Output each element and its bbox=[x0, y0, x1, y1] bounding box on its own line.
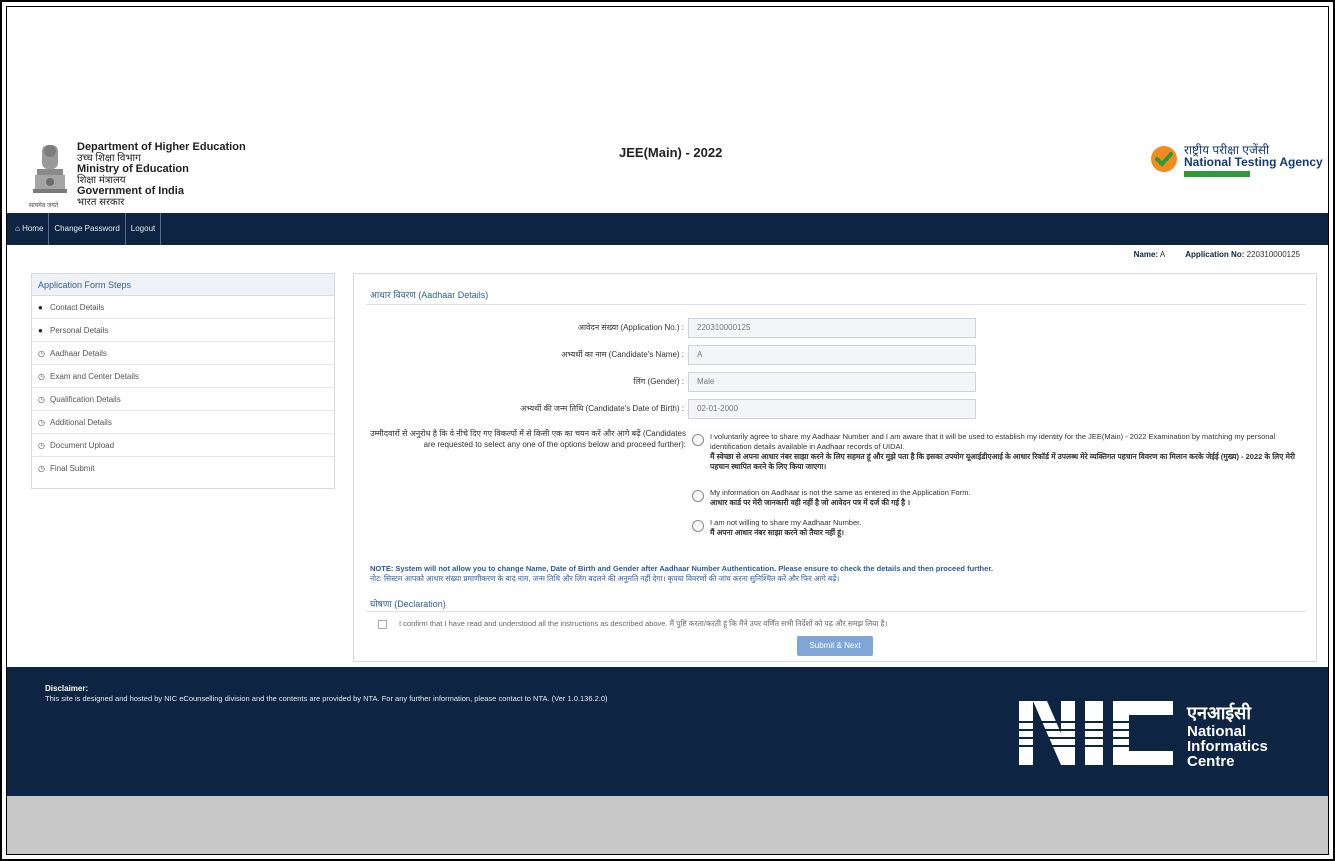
home-icon: ⌂ bbox=[15, 224, 23, 233]
nav-home[interactable]: ⌂ Home bbox=[7, 213, 50, 245]
authentication-note: NOTE: System will not allow you to chang… bbox=[370, 564, 1300, 584]
note-en: NOTE: System will not allow you to chang… bbox=[370, 564, 993, 573]
section-divider bbox=[366, 304, 1306, 305]
date-of-birth-input[interactable]: 02-01-2000 bbox=[688, 399, 976, 419]
option-text-en: My information on Aadhaar is not the sam… bbox=[710, 488, 971, 497]
step-label: Exam and Center Details bbox=[50, 371, 139, 381]
sidebar-item-exam-center-details[interactable]: ◷ Exam and Center Details bbox=[32, 365, 334, 388]
radio-agree[interactable] bbox=[692, 434, 704, 446]
sidebar-item-qualification-details[interactable]: ◷ Qualification Details bbox=[32, 388, 334, 411]
gender-input[interactable]: Male bbox=[688, 372, 976, 392]
radio-mismatch[interactable] bbox=[692, 490, 704, 502]
application-no-value: 220310000125 bbox=[1246, 250, 1300, 259]
aadhaar-details-panel: आधार विवरण (Aadhaar Details) आवेदन संख्य… bbox=[353, 273, 1317, 662]
dept-line: Department of Higher Education bbox=[77, 141, 246, 153]
clock-icon: ◷ bbox=[38, 348, 45, 358]
step-label: Additional Details bbox=[50, 417, 112, 427]
nav-home-label: Home bbox=[22, 224, 44, 233]
nic-line: Informatics bbox=[1187, 738, 1268, 755]
dept-line: भारत सरकार bbox=[77, 197, 125, 208]
checkmark-icon bbox=[1151, 146, 1177, 172]
sidebar-item-aadhaar-details[interactable]: ◷ Aadhaar Details bbox=[32, 342, 334, 365]
national-emblem-icon bbox=[33, 145, 67, 193]
nta-tagline-bar bbox=[1184, 171, 1250, 177]
sidebar-item-final-submit[interactable]: ◷ Final Submit bbox=[32, 457, 334, 480]
nic-english-name: National Informatics Centre bbox=[1187, 724, 1268, 769]
nic-line: Centre bbox=[1187, 753, 1235, 770]
section-title: आधार विवरण (Aadhaar Details) bbox=[370, 290, 489, 300]
step-label: Final Submit bbox=[50, 464, 95, 473]
note-hi: नोट: सिस्टम आपको आधार संख्या प्रमाणीकरण … bbox=[370, 574, 840, 583]
clock-icon: ◷ bbox=[38, 464, 45, 473]
name-label: Name: bbox=[1133, 250, 1159, 259]
field-label: अभ्यर्थी की जन्म तिथि (Candidate's Date … bbox=[520, 404, 684, 413]
emblem-caption: सत्यमेव जयते bbox=[29, 203, 59, 209]
step-label: Document Upload bbox=[50, 440, 115, 450]
radio-not-willing[interactable] bbox=[692, 520, 704, 532]
consent-instruction: उम्मीदवारों से अनुरोध है कि वे नीचे दिए … bbox=[370, 429, 686, 449]
field-label: लिंग (Gender) : bbox=[633, 377, 684, 386]
nic-line: National bbox=[1187, 723, 1247, 740]
submit-next-button[interactable]: Submit & Next bbox=[797, 636, 873, 656]
bottom-grey-area bbox=[7, 796, 1328, 854]
option-text-hi: आधार कार्ड पर मेरी जानकारी वही नहीं है ज… bbox=[710, 498, 911, 507]
sidebar-item-document-upload[interactable]: ◷ Document Upload bbox=[32, 434, 334, 457]
check-circle-icon: ● bbox=[38, 325, 43, 335]
dept-line: Government of India bbox=[77, 185, 184, 197]
application-no-label: Application No: bbox=[1185, 250, 1245, 259]
exam-title: JEE(Main) - 2022 bbox=[619, 145, 723, 160]
dept-line: Ministry of Education bbox=[77, 163, 189, 175]
step-label: Qualification Details bbox=[50, 394, 121, 404]
clock-icon: ◷ bbox=[38, 440, 45, 450]
field-date-of-birth: अभ्यर्थी की जन्म तिथि (Candidate's Date … bbox=[354, 399, 1310, 419]
option-text-hi: मैं अपना आधार नंबर साझा करने को तैयार नह… bbox=[710, 528, 844, 537]
disclaimer-title: Disclaimer: bbox=[45, 684, 89, 693]
steps-sidebar: Application Form Steps ● Contact Details … bbox=[31, 273, 335, 489]
option-text-en: I voluntarily agree to share my Aadhaar … bbox=[710, 432, 1276, 451]
field-label: आवेदन संख्या (Application No.) : bbox=[577, 323, 684, 332]
option-text-en: I am not willing to share my Aadhaar Num… bbox=[710, 518, 862, 527]
candidate-name-input[interactable]: A bbox=[688, 345, 976, 365]
nav-logout[interactable]: Logout bbox=[126, 213, 162, 245]
sidebar-title: Application Form Steps bbox=[32, 274, 334, 296]
field-label: अभ्यर्थी का नाम (Candidate's Name) : bbox=[561, 350, 684, 359]
declaration-divider bbox=[366, 611, 1306, 612]
step-label: Aadhaar Details bbox=[50, 348, 107, 358]
user-info: Name: A Application No: 220310000125 bbox=[1134, 250, 1300, 259]
department-name: Department of Higher Education उच्च शिक्… bbox=[77, 141, 246, 209]
nic-hindi-name: एनआईसी bbox=[1187, 703, 1252, 723]
field-candidate-name: अभ्यर्थी का नाम (Candidate's Name) : A bbox=[354, 345, 1310, 365]
step-label: Personal Details bbox=[50, 325, 109, 335]
declaration-text: I confirm that I have read and understoo… bbox=[399, 619, 888, 628]
clock-icon: ◷ bbox=[38, 417, 45, 427]
option-text-hi: मैं स्वेच्छा से अपना आधार नंबर साझा करने… bbox=[710, 452, 1295, 471]
nav-change-password[interactable]: Change Password bbox=[49, 213, 126, 245]
nta-english-name: National Testing Agency bbox=[1184, 155, 1323, 169]
nic-logo-icon bbox=[1019, 701, 1177, 765]
clock-icon: ◷ bbox=[38, 371, 45, 381]
check-circle-icon: ● bbox=[38, 302, 43, 312]
top-navbar: ⌂ Home Change Password Logout bbox=[7, 213, 1328, 245]
sidebar-item-personal-details[interactable]: ● Personal Details bbox=[32, 319, 334, 342]
declaration-row: I confirm that I have read and understoo… bbox=[378, 619, 887, 629]
nta-logo: राष्ट्रीय परीक्षा एजेंसी National Testin… bbox=[1150, 141, 1323, 181]
declaration-checkbox[interactable] bbox=[378, 619, 387, 629]
field-gender: लिंग (Gender) : Male bbox=[354, 372, 1310, 392]
step-label: Contact Details bbox=[50, 302, 105, 312]
field-application-no: आवेदन संख्या (Application No.) : 2203100… bbox=[354, 318, 1310, 338]
declaration-title: घोषणा (Declaration) bbox=[370, 599, 446, 609]
name-value: A bbox=[1159, 250, 1165, 259]
disclaimer-text: This site is designed and hosted by NIC … bbox=[45, 694, 608, 703]
site-header: सत्यमेव जयते Department of Higher Educat… bbox=[7, 135, 1328, 217]
sidebar-item-contact-details[interactable]: ● Contact Details bbox=[32, 296, 334, 319]
page-container: सत्यमेव जयते Department of Higher Educat… bbox=[6, 6, 1329, 855]
application-no-input[interactable]: 220310000125 bbox=[688, 318, 976, 338]
sidebar-item-additional-details[interactable]: ◷ Additional Details bbox=[32, 411, 334, 434]
site-footer: Disclaimer: This site is designed and ho… bbox=[7, 667, 1328, 796]
clock-icon: ◷ bbox=[38, 394, 45, 404]
